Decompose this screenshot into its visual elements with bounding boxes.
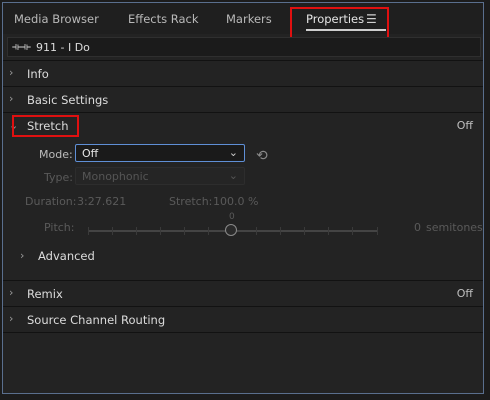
mode-label: Mode: (39, 148, 73, 161)
pitch-unit: semitones (426, 221, 483, 234)
chevron-right-icon: › (9, 92, 14, 105)
section-info-title: Info (27, 67, 49, 81)
slider-tick (280, 227, 281, 235)
slider-tick (136, 227, 137, 235)
slider-tick (160, 227, 161, 235)
tab-markers[interactable]: Markers (226, 12, 272, 26)
section-stretch-title[interactable]: Stretch (27, 119, 68, 133)
chevron-right-icon: › (9, 312, 14, 325)
properties-panel: Media Browser Effects Rack Markers Prope… (2, 2, 484, 394)
section-basic-settings-title: Basic Settings (27, 93, 109, 107)
slider-tick (112, 227, 113, 235)
tab-properties[interactable]: Properties (306, 12, 364, 26)
remix-state: Off (456, 287, 473, 300)
slider-tick (184, 227, 185, 235)
chevron-right-icon[interactable]: › (20, 249, 24, 262)
slider-tick (304, 227, 305, 235)
slider-tick (328, 227, 329, 235)
hamburger-menu-icon[interactable]: ☰ (366, 12, 377, 26)
pitch-value: 0 (414, 221, 421, 234)
slider-tick (208, 227, 209, 235)
type-value: Monophonic (82, 170, 149, 183)
clip-selector[interactable]: ⟛⟛ 911 - I Do (7, 37, 481, 57)
section-remix-title: Remix (27, 287, 63, 301)
slider-tick (352, 227, 353, 235)
chevron-down-icon[interactable]: ⌄ (9, 119, 18, 132)
pitch-slider-thumb[interactable] (225, 224, 237, 236)
duration-value: 3:27.621 (77, 195, 127, 208)
mode-select[interactable]: Off ⌄ (75, 144, 245, 162)
panel-tab-bar: Media Browser Effects Rack Markers Prope… (3, 3, 483, 45)
slider-tick (256, 227, 257, 235)
section-source-channel-routing[interactable]: › Source Channel Routing (3, 306, 483, 332)
duration-label: Duration: (25, 195, 77, 208)
section-basic-settings[interactable]: › Basic Settings (3, 86, 483, 112)
stretch-value: 100.0 % (213, 195, 259, 208)
stretch-label: Stretch: (169, 195, 213, 208)
active-tab-underline (306, 29, 386, 31)
slider-tick (377, 227, 378, 235)
dropdown-arrow-icon: ⌄ (228, 146, 238, 159)
section-divider (3, 332, 483, 333)
pitch-label: Pitch: (44, 221, 75, 234)
waveform-icon: ⟛⟛ (12, 40, 31, 53)
chevron-right-icon: › (9, 286, 14, 299)
pitch-zero-marker: 0 (229, 212, 235, 222)
chevron-right-icon: › (9, 66, 14, 79)
mode-value: Off (82, 147, 99, 160)
tab-effects-rack[interactable]: Effects Rack (128, 12, 199, 26)
advanced-subsection[interactable]: Advanced (38, 249, 95, 263)
tab-media-browser[interactable]: Media Browser (14, 12, 99, 26)
stretch-state: Off (456, 119, 473, 132)
slider-tick (88, 227, 89, 235)
section-info[interactable]: › Info (3, 60, 483, 86)
section-remix[interactable]: › Remix Off (3, 280, 483, 306)
section-source-channel-routing-title: Source Channel Routing (27, 313, 166, 327)
dropdown-arrow-icon: ⌄ (228, 169, 238, 182)
reset-icon[interactable]: ⟲ (256, 148, 268, 164)
clip-name: 911 - I Do (36, 41, 90, 54)
type-select[interactable]: Monophonic ⌄ (75, 167, 245, 185)
type-label: Type: (44, 171, 73, 184)
